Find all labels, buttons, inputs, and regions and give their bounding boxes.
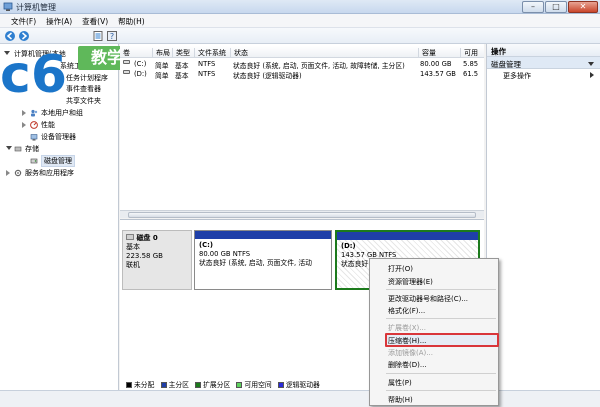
minimize-button[interactable]: – xyxy=(522,1,544,13)
scrollbar-thumb[interactable] xyxy=(128,212,476,218)
menu-bar: 文件(F) 操作(A) 查看(V) 帮助(H) xyxy=(0,14,600,28)
chevron-right-icon xyxy=(590,72,594,78)
more-actions-item[interactable]: 更多操作 xyxy=(487,69,600,83)
toolbar: ? xyxy=(0,28,600,44)
legend-swatch xyxy=(236,382,243,388)
volume-list-header: 卷 布局 类型 文件系统 状态 容量 可用 xyxy=(120,46,484,58)
c6-logo: c6 xyxy=(0,46,67,98)
actions-header: 操作 xyxy=(487,44,600,57)
volume-list: 卷 布局 类型 文件系统 状态 容量 可用 (C:) 简单 基本 NTFS 状态… xyxy=(120,44,484,210)
legend-swatch xyxy=(126,382,132,388)
table-row[interactable]: (C:) 简单 基本 NTFS 状态良好 (系统, 启动, 页面文件, 活动, … xyxy=(120,60,484,70)
disk-name: 磁盘 0 xyxy=(126,234,188,243)
drive-icon xyxy=(123,60,130,64)
disk-type: 基本 xyxy=(126,243,140,251)
chevron-down-icon[interactable] xyxy=(6,146,12,150)
context-menu: 打开(O) 资源管理器(E) 更改驱动器号和路径(C)... 格式化(F)...… xyxy=(369,258,499,406)
column-free[interactable]: 可用 xyxy=(460,48,478,58)
disk-management-icon xyxy=(30,158,38,164)
partition-c-bar xyxy=(195,231,331,239)
computer-management-icon xyxy=(3,2,13,11)
forward-arrow-icon[interactable] xyxy=(18,30,30,42)
properties-icon[interactable] xyxy=(92,30,104,42)
menu-help[interactable]: 帮助(H) xyxy=(113,14,150,27)
menu-item-shrink-volume[interactable]: 压缩卷(H)... xyxy=(388,336,426,346)
column-filesystem[interactable]: 文件系统 xyxy=(194,48,226,58)
disk-state: 联机 xyxy=(126,261,140,269)
menu-item-properties[interactable]: 属性(P) xyxy=(388,378,412,388)
legend-swatch xyxy=(195,382,202,388)
window-title: 计算机管理 xyxy=(16,3,56,12)
menu-item-explorer[interactable]: 资源管理器(E) xyxy=(388,277,433,287)
storage-icon xyxy=(14,146,22,152)
menu-separator xyxy=(386,373,496,374)
watermark-logo: c6 教学 xyxy=(0,44,140,100)
menu-item-add-mirror: 添加镜像(A)... xyxy=(388,349,433,357)
maximize-button[interactable]: □ xyxy=(545,1,567,13)
chevron-right-icon[interactable] xyxy=(6,170,10,176)
device-manager-icon xyxy=(30,134,38,141)
menu-separator xyxy=(386,289,496,290)
svg-text:?: ? xyxy=(110,32,114,41)
menu-item-format[interactable]: 格式化(F)... xyxy=(388,306,425,316)
close-button[interactable]: ✕ xyxy=(568,1,598,13)
disk-size: 223.58 GB xyxy=(126,252,163,260)
menu-separator xyxy=(386,390,496,391)
disk-icon xyxy=(126,234,134,240)
disk-0-info[interactable]: 磁盘 0 基本 223.58 GB 联机 xyxy=(122,230,192,290)
actions-pane: 操作 磁盘管理 更多操作 xyxy=(486,44,600,390)
help-icon[interactable]: ? xyxy=(106,30,118,42)
back-arrow-icon[interactable] xyxy=(4,30,16,42)
drive-icon xyxy=(123,70,130,74)
performance-icon xyxy=(30,121,38,129)
menu-file[interactable]: 文件(F) xyxy=(6,14,41,27)
partition-d-bar xyxy=(337,232,478,240)
users-icon xyxy=(31,109,38,117)
table-row[interactable]: (D:) 简单 基本 NTFS 状态良好 (逻辑驱动器) 143.57 GB 6… xyxy=(120,70,484,80)
menu-item-change-drive-letter[interactable]: 更改驱动器号和路径(C)... xyxy=(388,294,468,304)
column-status[interactable]: 状态 xyxy=(230,48,248,58)
menu-separator xyxy=(386,318,496,319)
column-volume[interactable]: 卷 xyxy=(120,48,130,58)
menu-item-delete-volume[interactable]: 删除卷(D)... xyxy=(388,360,427,370)
chevron-right-icon[interactable] xyxy=(22,110,26,116)
column-capacity[interactable]: 容量 xyxy=(418,48,436,58)
horizontal-scrollbar[interactable] xyxy=(120,210,484,218)
title-bar: 计算机管理 – □ ✕ xyxy=(0,0,600,14)
menu-item-extend-volume: 扩展卷(X)... xyxy=(388,324,426,332)
chevron-up-icon[interactable] xyxy=(588,62,594,66)
partition-c[interactable]: (C:) 80.00 GB NTFS 状态良好 (系统, 启动, 页面文件, 活… xyxy=(194,230,332,290)
menu-item-open[interactable]: 打开(O) xyxy=(388,264,413,274)
chevron-right-icon[interactable] xyxy=(22,122,26,128)
column-type[interactable]: 类型 xyxy=(172,48,190,58)
actions-section-disk-management[interactable]: 磁盘管理 xyxy=(487,57,600,69)
menu-item-help[interactable]: 帮助(H) xyxy=(388,395,413,405)
legend-swatch xyxy=(160,382,167,388)
column-layout[interactable]: 布局 xyxy=(152,48,170,58)
menu-view[interactable]: 查看(V) xyxy=(77,14,113,27)
status-bar xyxy=(0,390,600,407)
services-icon xyxy=(14,169,22,177)
logo-text: c6 xyxy=(0,46,67,98)
menu-action[interactable]: 操作(A) xyxy=(41,14,77,27)
legend-swatch xyxy=(277,382,284,388)
